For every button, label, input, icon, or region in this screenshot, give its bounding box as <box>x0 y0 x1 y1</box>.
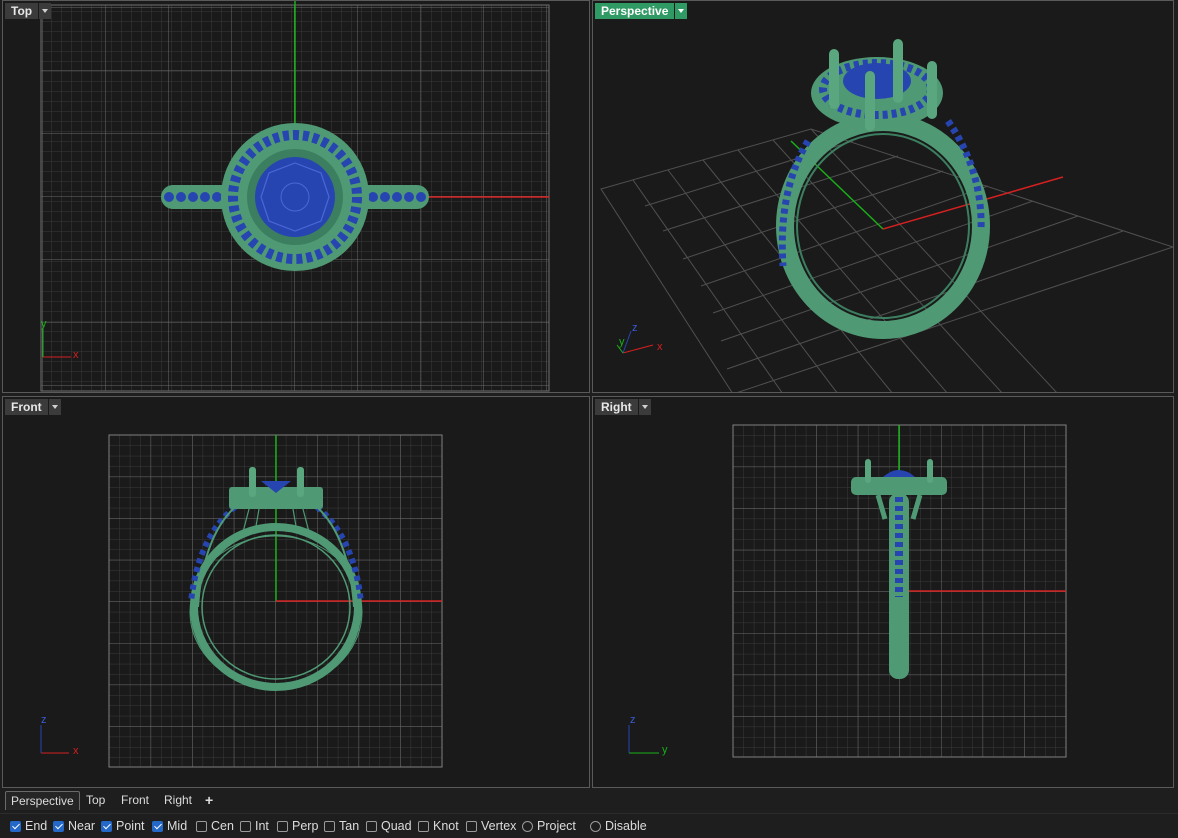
axis-z-label: z <box>630 714 636 726</box>
viewport-title-top[interactable]: Top <box>5 3 52 19</box>
osnap-quad[interactable]: Quad <box>366 819 412 833</box>
axis-y-label: y <box>662 744 668 756</box>
axis-z-label: z <box>41 714 47 726</box>
perspective-grid <box>600 128 1173 392</box>
osnap-quad-label: Quad <box>381 819 412 833</box>
toggle-project-label: Project <box>537 819 576 833</box>
perspective-view-scene: x z y <box>600 39 1173 392</box>
toggle-disable-label: Disable <box>605 819 647 833</box>
viewport-top[interactable]: x y Top <box>2 0 590 393</box>
add-tab-button[interactable]: + <box>200 791 218 809</box>
checkbox-cen[interactable] <box>196 820 207 832</box>
checkbox-perp[interactable] <box>277 820 288 832</box>
viewport-perspective[interactable]: x z y Perspective <box>592 0 1174 393</box>
checkbox-knot[interactable] <box>418 820 429 832</box>
osnap-int[interactable]: Int <box>240 819 269 833</box>
checkbox-end[interactable] <box>10 820 21 832</box>
axis-y-label: y <box>41 318 47 330</box>
ring-perspective-shape[interactable] <box>776 39 990 339</box>
viewport-label[interactable]: Right <box>595 399 638 415</box>
chevron-down-icon[interactable] <box>38 3 52 19</box>
axis-x-label: x <box>657 341 663 353</box>
tab-right[interactable]: Right <box>159 791 197 809</box>
viewport-tab-bar: Perspective Top Front Right + <box>0 789 1178 811</box>
toggle-project[interactable]: Project <box>522 819 576 833</box>
viewport-front[interactable]: x z Front <box>2 396 590 788</box>
osnap-perp-label: Perp <box>292 819 319 833</box>
axis-x-label: x <box>73 745 79 757</box>
chevron-down-icon[interactable] <box>674 3 688 19</box>
right-view-scene: y z <box>628 424 1067 758</box>
osnap-vertex-label: Vertex <box>481 819 517 833</box>
checkbox-tan[interactable] <box>324 820 335 832</box>
osnap-tan-label: Tan <box>339 819 360 833</box>
osnap-knot-label: Knot <box>433 819 459 833</box>
checkbox-mid[interactable] <box>152 820 163 832</box>
osnap-end-label: End <box>25 819 48 833</box>
radio-disable[interactable] <box>590 820 601 832</box>
front-view-scene: x z <box>40 434 443 768</box>
tab-front[interactable]: Front <box>116 791 154 809</box>
axis-z-label: z <box>632 322 638 334</box>
checkbox-vertex[interactable] <box>466 820 477 832</box>
osnap-end[interactable]: End <box>10 819 47 833</box>
osnap-mid[interactable]: Mid <box>152 819 187 833</box>
radio-project[interactable] <box>522 820 533 832</box>
viewport-title-perspective[interactable]: Perspective <box>595 3 688 19</box>
osnap-point-label: Point <box>116 819 145 833</box>
osnap-cen-label: Cen <box>211 819 234 833</box>
osnap-knot[interactable]: Knot <box>418 819 459 833</box>
viewport-right[interactable]: y z Right <box>592 396 1174 788</box>
chevron-down-icon[interactable] <box>47 399 61 415</box>
tab-top[interactable]: Top <box>81 791 110 809</box>
tab-perspective[interactable]: Perspective <box>5 791 80 810</box>
checkbox-near[interactable] <box>53 820 64 832</box>
viewport-label[interactable]: Front <box>5 399 48 415</box>
osnap-tan[interactable]: Tan <box>324 819 359 833</box>
axis-x-label: x <box>73 349 79 361</box>
chevron-down-icon[interactable] <box>637 399 651 415</box>
checkbox-quad[interactable] <box>366 820 377 832</box>
osnap-near[interactable]: Near <box>53 819 95 833</box>
osnap-vertex[interactable]: Vertex <box>466 819 516 833</box>
checkbox-int[interactable] <box>240 820 251 832</box>
osnap-mid-label: Mid <box>167 819 188 833</box>
osnap-cen[interactable]: Cen <box>196 819 234 833</box>
axis-y-label: y <box>619 336 625 348</box>
osnap-near-label: Near <box>68 819 96 833</box>
osnap-bar: End Near Point Mid Cen Int Perp Tan Quad… <box>0 813 1178 838</box>
osnap-perp[interactable]: Perp <box>277 819 318 833</box>
top-view-scene: x y <box>40 1 550 392</box>
osnap-int-label: Int <box>255 819 269 833</box>
viewport-title-right[interactable]: Right <box>595 399 651 415</box>
toggle-disable[interactable]: Disable <box>590 819 647 833</box>
checkbox-point[interactable] <box>101 820 112 832</box>
viewport-title-front[interactable]: Front <box>5 399 61 415</box>
osnap-point[interactable]: Point <box>101 819 145 833</box>
viewport-label[interactable]: Top <box>5 3 39 19</box>
viewport-label[interactable]: Perspective <box>595 3 675 19</box>
